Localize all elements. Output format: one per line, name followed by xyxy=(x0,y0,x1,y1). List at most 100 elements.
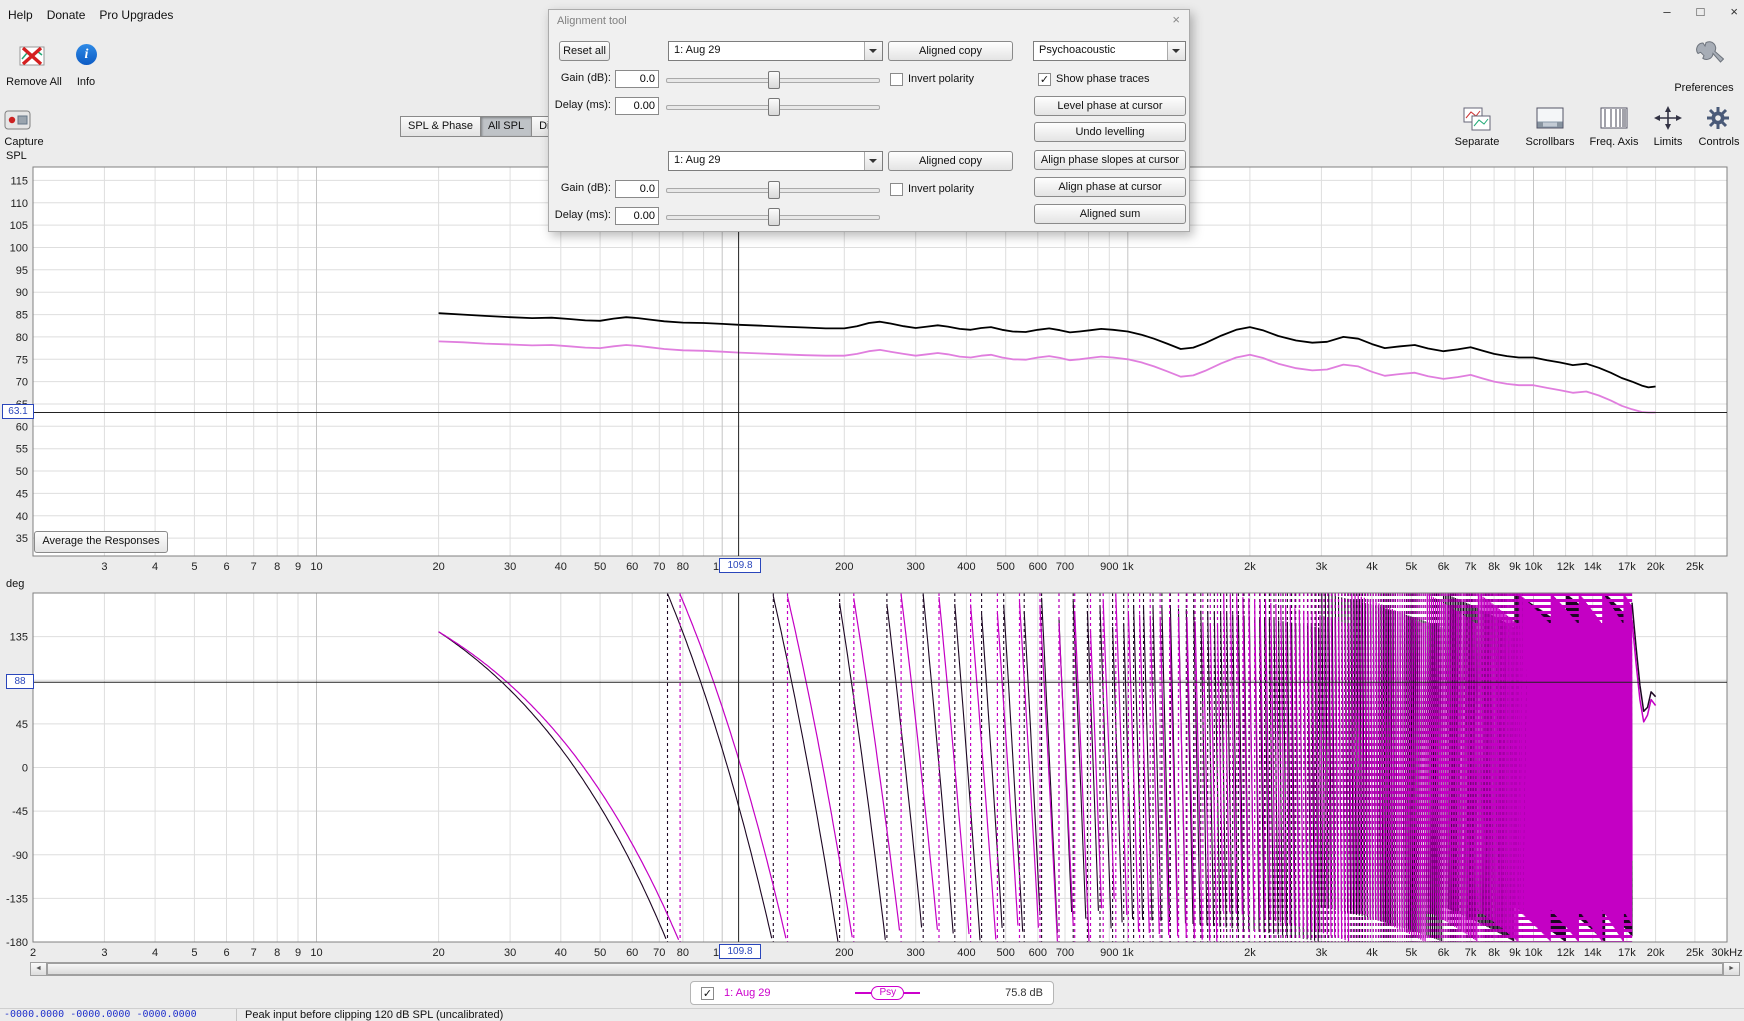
aligned-sum-button[interactable]: Aligned sum xyxy=(1034,204,1186,224)
slider-thumb[interactable] xyxy=(768,71,780,89)
svg-text:5: 5 xyxy=(191,561,197,573)
svg-text:9: 9 xyxy=(295,561,301,573)
capture-icon[interactable] xyxy=(4,106,32,139)
tab-spl-and-phase[interactable]: SPL & Phase xyxy=(400,116,481,137)
undo-levelling-button[interactable]: Undo levelling xyxy=(1034,122,1186,142)
measurement-a-select[interactable]: 1: Aug 29 xyxy=(668,41,883,61)
svg-text:80: 80 xyxy=(677,947,689,959)
gain-b-field[interactable] xyxy=(615,180,659,198)
remove-all-label: Remove All xyxy=(4,76,64,88)
svg-text:80: 80 xyxy=(677,561,689,573)
svg-text:95: 95 xyxy=(16,265,28,277)
svg-text:70: 70 xyxy=(653,561,665,573)
svg-text:5: 5 xyxy=(191,947,197,959)
invert-polarity-a-checkbox[interactable] xyxy=(890,73,903,86)
svg-text:400: 400 xyxy=(957,947,975,959)
menu-item-donate[interactable]: Donate xyxy=(47,8,86,22)
window-controls: – □ × xyxy=(1663,0,1738,22)
svg-text:35: 35 xyxy=(16,533,28,545)
delay-b-slider[interactable] xyxy=(666,207,880,226)
menu-item-help[interactable]: Help xyxy=(8,8,33,22)
menu-item-pro-upgrades[interactable]: Pro Upgrades xyxy=(99,8,173,22)
svg-text:60: 60 xyxy=(626,947,638,959)
info-label: Info xyxy=(66,76,106,88)
measurement-b-select[interactable]: 1: Aug 29 xyxy=(668,151,883,171)
level-phase-at-cursor-button[interactable]: Level phase at cursor xyxy=(1034,96,1186,116)
svg-text:700: 700 xyxy=(1056,561,1074,573)
freq-axis-label: Freq. Axis xyxy=(1584,136,1644,148)
legend-item[interactable]: ✓ 1: Aug 29 Psy 75.8 dB xyxy=(690,981,1054,1005)
svg-text:400: 400 xyxy=(957,561,975,573)
show-phase-traces-checkbox[interactable]: ✓ xyxy=(1038,73,1051,86)
scroll-right-icon[interactable]: ► xyxy=(1723,963,1739,975)
remove-all-icon[interactable] xyxy=(16,40,48,77)
delay-a-slider[interactable] xyxy=(666,97,880,116)
svg-text:8k: 8k xyxy=(1488,947,1500,959)
mode-select[interactable]: Psychoacoustic xyxy=(1033,41,1186,61)
show-phase-traces-label: Show phase traces xyxy=(1056,73,1150,85)
delay-b-field[interactable] xyxy=(615,207,659,225)
svg-text:30: 30 xyxy=(504,947,516,959)
aligned-copy-b-button[interactable]: Aligned copy xyxy=(888,151,1013,171)
tab-all-spl[interactable]: All SPL xyxy=(480,116,532,137)
scroll-left-icon[interactable]: ◄ xyxy=(31,963,47,975)
scrollbar-thumb[interactable] xyxy=(47,963,1723,975)
average-responses-button[interactable]: Average the Responses xyxy=(34,531,168,553)
preferences-icon[interactable] xyxy=(1694,40,1724,77)
gain-a-label: Gain (dB): xyxy=(551,72,611,84)
svg-text:6k: 6k xyxy=(1438,947,1450,959)
scrollbars-label: Scrollbars xyxy=(1519,136,1581,148)
info-icon[interactable]: i xyxy=(76,44,97,65)
slider-thumb[interactable] xyxy=(768,208,780,226)
aligned-copy-a-button[interactable]: Aligned copy xyxy=(888,41,1013,61)
gain-a-field[interactable] xyxy=(615,70,659,88)
svg-text:25k: 25k xyxy=(1686,561,1704,573)
svg-text:3k: 3k xyxy=(1316,947,1328,959)
delay-a-field[interactable] xyxy=(615,97,659,115)
reset-all-button[interactable]: Reset all xyxy=(559,41,610,61)
controls-icon[interactable] xyxy=(1705,105,1731,136)
dialog-close-icon[interactable]: × xyxy=(1172,12,1180,27)
svg-text:900: 900 xyxy=(1100,561,1118,573)
svg-text:6k: 6k xyxy=(1438,561,1450,573)
freq-axis-icon[interactable] xyxy=(1599,106,1629,135)
svg-text:20k: 20k xyxy=(1647,561,1665,573)
legend-checkbox[interactable]: ✓ xyxy=(701,987,714,1000)
slider-thumb[interactable] xyxy=(768,98,780,116)
svg-text:85: 85 xyxy=(16,310,28,322)
chevron-down-icon[interactable] xyxy=(864,152,882,170)
align-phase-slopes-button[interactable]: Align phase slopes at cursor xyxy=(1034,150,1186,170)
svg-text:5k: 5k xyxy=(1405,947,1417,959)
minimize-icon[interactable]: – xyxy=(1663,4,1670,19)
svg-text:4: 4 xyxy=(152,947,158,959)
maximize-icon[interactable]: □ xyxy=(1697,4,1705,19)
limits-icon[interactable] xyxy=(1653,106,1683,135)
svg-text:-45: -45 xyxy=(12,806,28,818)
svg-text:70: 70 xyxy=(653,947,665,959)
separate-icon[interactable] xyxy=(1462,106,1492,137)
scrollbars-icon[interactable] xyxy=(1535,106,1565,135)
svg-text:20: 20 xyxy=(432,947,444,959)
svg-text:55: 55 xyxy=(16,444,28,456)
legend-trace-style[interactable]: Psy xyxy=(855,986,920,1000)
phase-chart[interactable]: 13590450-45-90-135-180234567891020304050… xyxy=(0,585,1744,963)
chevron-down-icon[interactable] xyxy=(864,42,882,60)
gain-b-slider[interactable] xyxy=(666,180,880,199)
svg-text:0: 0 xyxy=(22,763,28,775)
legend-measurement-name[interactable]: 1: Aug 29 xyxy=(724,987,771,999)
close-icon[interactable]: × xyxy=(1730,4,1738,19)
measurement-a-value: 1: Aug 29 xyxy=(674,44,721,56)
capture-label: Capture xyxy=(0,136,48,148)
svg-text:2k: 2k xyxy=(1244,947,1256,959)
slider-thumb[interactable] xyxy=(768,181,780,199)
invert-polarity-b-checkbox[interactable] xyxy=(890,183,903,196)
gain-a-slider[interactable] xyxy=(666,70,880,89)
align-phase-at-cursor-button[interactable]: Align phase at cursor xyxy=(1034,177,1186,197)
svg-text:7k: 7k xyxy=(1465,947,1477,959)
limits-label: Limits xyxy=(1643,136,1693,148)
svg-text:2k: 2k xyxy=(1244,561,1256,573)
horizontal-scrollbar[interactable]: ◄ ► xyxy=(30,962,1740,976)
chevron-down-icon[interactable] xyxy=(1167,42,1185,60)
svg-text:9k: 9k xyxy=(1509,947,1521,959)
svg-text:50: 50 xyxy=(16,466,28,478)
